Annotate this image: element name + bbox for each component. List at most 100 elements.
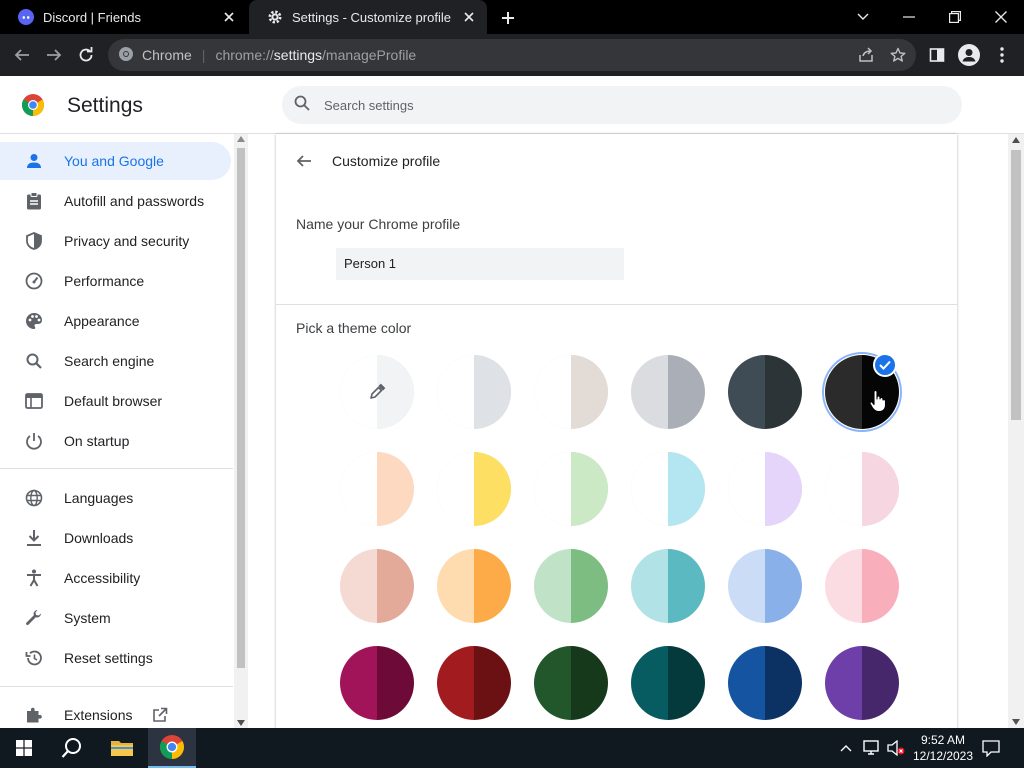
theme-color-swatch[interactable]	[631, 646, 705, 720]
notifications-icon[interactable]	[981, 738, 1001, 758]
tab-settings[interactable]: Settings - Customize profile	[249, 0, 487, 34]
main-scrollbar[interactable]	[1008, 134, 1024, 728]
windows-start-icon[interactable]	[0, 728, 48, 768]
browser-toolbar: Chrome | chrome://settings/manageProfile	[0, 34, 1024, 76]
back-button[interactable]	[10, 43, 34, 67]
theme-color-swatch[interactable]	[728, 646, 802, 720]
tab-title: Discord | Friends	[43, 9, 142, 25]
sidebar-item-appearance[interactable]: Appearance	[0, 302, 231, 340]
clock-time: 9:52 AM	[920, 733, 966, 747]
profile-name-input[interactable]	[336, 248, 624, 280]
sidebar-item-label: Performance	[64, 273, 145, 289]
chrome-site-icon	[118, 46, 134, 65]
theme-color-swatch[interactable]	[631, 549, 705, 623]
browser-window-icon	[24, 391, 44, 411]
shield-icon	[24, 231, 44, 251]
close-tab-icon[interactable]	[461, 9, 477, 25]
close-window-icon[interactable]	[978, 0, 1024, 34]
site-label: Chrome	[142, 47, 192, 63]
volume-muted-icon[interactable]	[886, 738, 906, 758]
sidebar-item-performance[interactable]: Performance	[0, 262, 231, 300]
theme-color-swatch[interactable]	[631, 452, 705, 526]
sidebar-item-default-browser[interactable]: Default browser	[0, 382, 231, 420]
network-icon[interactable]	[861, 738, 881, 758]
subpage-title: Customize profile	[332, 153, 441, 169]
sidebar-item-label: Accessibility	[64, 570, 141, 586]
sidebar-item-autofill[interactable]: Autofill and passwords	[0, 182, 231, 220]
settings-search[interactable]	[282, 86, 962, 124]
back-arrow-icon[interactable]	[294, 151, 314, 171]
restore-icon[interactable]	[932, 0, 978, 34]
windows-taskbar: 9:52 AM 12/12/2023	[0, 728, 1024, 768]
sidebar-item-reset-settings[interactable]: Reset settings	[0, 639, 231, 677]
taskbar-clock[interactable]: 9:52 AM 12/12/2023	[912, 732, 974, 764]
tray-chevron-icon[interactable]	[836, 738, 856, 758]
sidebar-item-on-startup[interactable]: On startup	[0, 422, 231, 460]
sidebar-item-accessibility[interactable]: Accessibility	[0, 559, 231, 597]
theme-color-swatch[interactable]	[437, 549, 511, 623]
address-bar[interactable]: Chrome | chrome://settings/manageProfile	[108, 39, 916, 71]
theme-color-swatch[interactable]	[631, 355, 705, 429]
sidebar-item-system[interactable]: System	[0, 599, 231, 637]
theme-color-swatch[interactable]	[437, 355, 511, 429]
sidebar-item-you-and-google[interactable]: You and Google	[0, 142, 231, 180]
theme-color-swatch[interactable]	[728, 549, 802, 623]
theme-color-swatch[interactable]	[340, 549, 414, 623]
minimize-icon[interactable]	[886, 0, 932, 34]
theme-color-swatch[interactable]	[728, 452, 802, 526]
settings-header: Settings	[0, 76, 1024, 134]
theme-color-swatch[interactable]	[340, 452, 414, 526]
profile-name-label: Name your Chrome profile	[296, 216, 461, 232]
puzzle-icon	[24, 705, 44, 725]
chrome-taskbar-icon[interactable]	[148, 728, 196, 768]
sidebar-scrollbar[interactable]	[234, 134, 248, 728]
kebab-menu-icon[interactable]	[989, 42, 1015, 68]
tab-discord[interactable]: Discord | Friends	[0, 0, 247, 34]
new-tab-button[interactable]	[498, 8, 518, 28]
reload-button[interactable]	[74, 43, 98, 67]
theme-color-swatch[interactable]	[534, 355, 608, 429]
sidebar-item-privacy[interactable]: Privacy and security	[0, 222, 231, 260]
theme-color-swatch[interactable]	[825, 549, 899, 623]
theme-color-swatch[interactable]	[534, 452, 608, 526]
share-icon[interactable]	[853, 42, 879, 68]
open-in-new-icon	[152, 707, 168, 723]
sidebar-item-label: System	[64, 610, 111, 626]
taskbar-search-icon[interactable]	[48, 728, 96, 768]
tab-strip: Discord | Friends Settings - Customize p…	[0, 0, 1024, 34]
sidebar-item-downloads[interactable]: Downloads	[0, 519, 231, 557]
download-icon	[24, 528, 44, 548]
sidebar-item-label: Appearance	[64, 313, 140, 329]
accessibility-icon	[24, 568, 44, 588]
forward-button[interactable]	[42, 43, 66, 67]
profile-avatar[interactable]	[956, 42, 982, 68]
power-icon	[24, 431, 44, 451]
chrome-logo-icon	[22, 94, 44, 116]
wrench-icon	[24, 608, 44, 628]
sidebar-item-label: Reset settings	[64, 650, 153, 666]
bookmark-star-icon[interactable]	[885, 42, 911, 68]
sidebar-item-languages[interactable]: Languages	[0, 479, 231, 517]
eyedropper-icon	[368, 383, 386, 401]
sidebar-item-label: You and Google	[64, 153, 164, 169]
sidebar-item-extensions[interactable]: Extensions	[0, 696, 231, 728]
sidebar-item-label: Extensions	[64, 707, 133, 723]
theme-color-swatch[interactable]	[437, 646, 511, 720]
custom-color-picker-swatch[interactable]	[340, 355, 414, 429]
url-host: settings	[273, 47, 323, 63]
side-panel-icon[interactable]	[924, 42, 950, 68]
search-input[interactable]	[324, 97, 924, 113]
theme-color-swatch[interactable]	[534, 549, 608, 623]
theme-color-swatch[interactable]	[340, 646, 414, 720]
theme-color-swatch[interactable]	[825, 646, 899, 720]
tab-title: Settings - Customize profile	[292, 9, 451, 25]
sidebar-item-search-engine[interactable]: Search engine	[0, 342, 231, 380]
close-tab-icon[interactable]	[221, 9, 237, 25]
theme-color-label: Pick a theme color	[296, 320, 412, 336]
tab-search-chevron-icon[interactable]	[840, 0, 886, 34]
file-explorer-icon[interactable]	[98, 728, 146, 768]
theme-color-swatch[interactable]	[437, 452, 511, 526]
theme-color-swatch[interactable]	[825, 452, 899, 526]
theme-color-swatch[interactable]	[728, 355, 802, 429]
theme-color-swatch[interactable]	[534, 646, 608, 720]
